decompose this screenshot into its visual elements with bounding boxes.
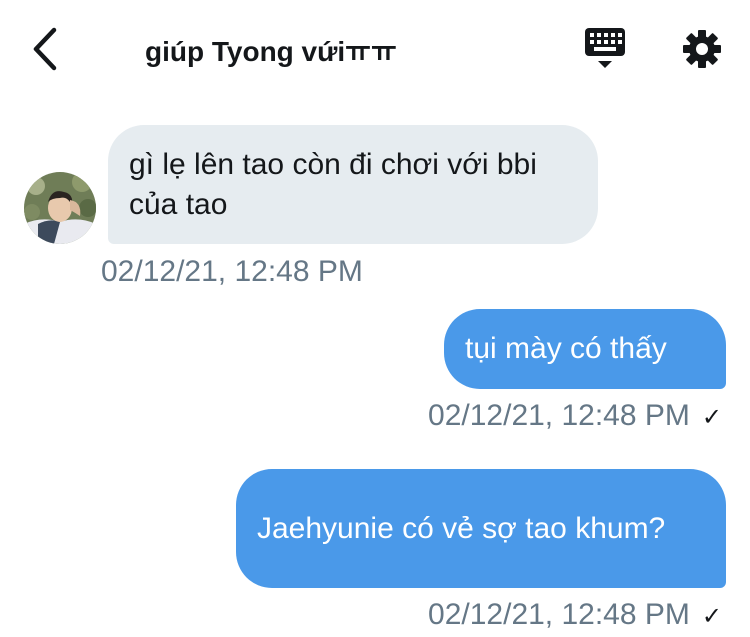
- message-timestamp: 02/12/21, 12:48 PM ✓: [428, 399, 722, 432]
- conversation-header: giúp Tyong vứiㅠㅠ: [0, 0, 750, 96]
- settings-button[interactable]: [679, 26, 725, 72]
- avatar[interactable]: [24, 172, 96, 244]
- message-bubble-outgoing[interactable]: tụi mày có thấy: [444, 309, 726, 389]
- gear-icon: [683, 30, 721, 68]
- chevron-left-icon: [33, 27, 57, 71]
- back-button[interactable]: [24, 24, 68, 74]
- message-text: gì lẹ lên tao còn đi chơi với bbi của ta…: [129, 147, 537, 221]
- keyboard-icon: [585, 28, 625, 68]
- message-bubble-outgoing[interactable]: Jaehyunie có vẻ sợ tao khum?: [236, 469, 726, 588]
- conversation-title[interactable]: giúp Tyong vứiㅠㅠ: [145, 30, 397, 70]
- keyboard-button[interactable]: [583, 26, 629, 72]
- message-text: tụi mày có thấy: [465, 332, 667, 365]
- avatar-image: [24, 172, 96, 244]
- message-timestamp: 02/12/21, 12:48 PM ✓: [428, 598, 722, 631]
- sent-check-icon: ✓: [701, 603, 722, 630]
- message-bubble-incoming[interactable]: gì lẹ lên tao còn đi chơi với bbi của ta…: [108, 125, 598, 244]
- sent-check-icon: ✓: [701, 404, 722, 431]
- message-text: Jaehyunie có vẻ sợ tao khum?: [257, 511, 666, 545]
- message-timestamp: 02/12/21, 12:48 PM: [101, 255, 363, 288]
